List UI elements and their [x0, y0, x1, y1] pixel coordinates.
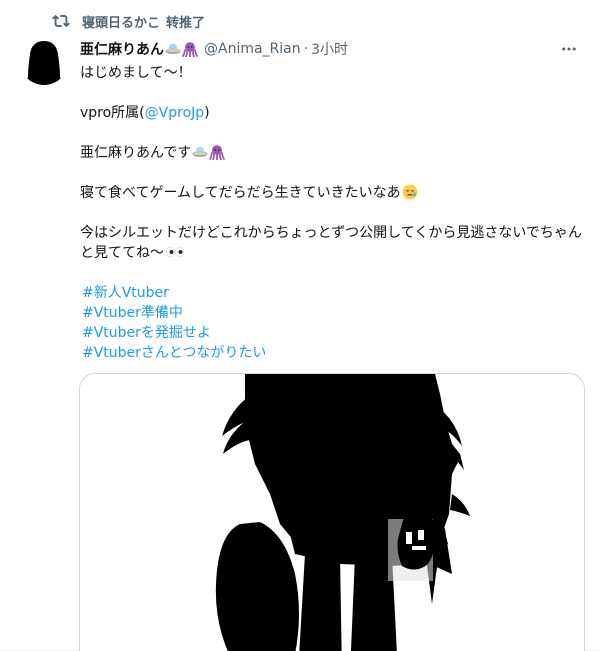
tweet-line-wish: 寝て食べてゲームしてだらだら生きていきたいなあ — [80, 183, 590, 203]
tweet-time[interactable]: 3小时 — [311, 39, 348, 59]
tweet-line-greeting: はじめまして〜！ — [80, 63, 590, 83]
author-handle[interactable]: @Anima_Rian — [204, 41, 301, 57]
hashtag-link[interactable]: #Vtuberを発掘せよ — [82, 325, 211, 341]
affiliation-prefix: vpro所属( — [80, 105, 145, 121]
octopus-emoji — [182, 42, 198, 57]
hashtag-link[interactable]: #Vtuber準備中 — [82, 305, 183, 321]
avatar[interactable] — [20, 37, 68, 85]
retweet-action: 转推了 — [166, 15, 206, 31]
mention-link[interactable]: @VproJp — [145, 105, 205, 121]
ufo-emoji — [192, 146, 208, 157]
retweeter-name[interactable]: 寝頭日るかこ — [82, 12, 160, 31]
display-name[interactable]: 亜仁麻りあん — [80, 39, 164, 59]
hashtag-link[interactable]: #Vtuberさんとつながりたい — [82, 345, 266, 361]
hashtag-link[interactable]: #新人Vtuber — [82, 285, 169, 301]
silhouette-image — [80, 374, 584, 651]
retweet-icon — [52, 14, 70, 28]
tweet-line-affiliation: vpro所属(@VproJp) — [80, 103, 590, 123]
ufo-emoji — [165, 43, 181, 54]
tweet-media-image[interactable] — [79, 373, 585, 651]
tweet-line-name: 亜仁麻りあんです — [80, 143, 590, 163]
tweet-text: はじめまして〜！ vpro所属(@VproJp) 亜仁麻りあんです 寝て食べてゲ… — [80, 63, 590, 363]
octopus-emoji — [209, 145, 226, 160]
sad-face-emoji — [402, 184, 418, 200]
retweet-context: 寝頭日るかこ 转推了 — [52, 10, 205, 32]
more-button[interactable] — [558, 38, 580, 60]
affiliation-suffix: ) — [204, 105, 210, 121]
name-line-text: 亜仁麻りあんです — [80, 145, 192, 161]
wish-text: 寝て食べてゲームしてだらだら生きていきたいなあ — [80, 185, 401, 201]
avatar-silhouette — [20, 37, 68, 85]
hashtag-list: #新人Vtuber #Vtuber準備中 #Vtuberを発掘せよ #Vtube… — [82, 283, 590, 363]
tweet-line-announcement: 今はシルエットだけどこれからちょっとずつ公開してくから見逃さないでちゃんと見てて… — [80, 223, 590, 263]
announcement-text: 今はシルエットだけどこれからちょっとずつ公開してくから見逃さないでちゃんと見てて… — [80, 225, 582, 261]
tweet[interactable]: 寝頭日るかこ 转推了 亜仁麻りあん @Anima_Rian · 3小时 はじめま… — [0, 0, 600, 651]
greeting-text: はじめまして〜！ — [80, 65, 192, 81]
eyes-emoji — [166, 246, 184, 258]
separator-dot: · — [303, 41, 309, 57]
tweet-header: 亜仁麻りあん @Anima_Rian · 3小时 — [80, 38, 580, 60]
more-icon — [562, 47, 576, 51]
